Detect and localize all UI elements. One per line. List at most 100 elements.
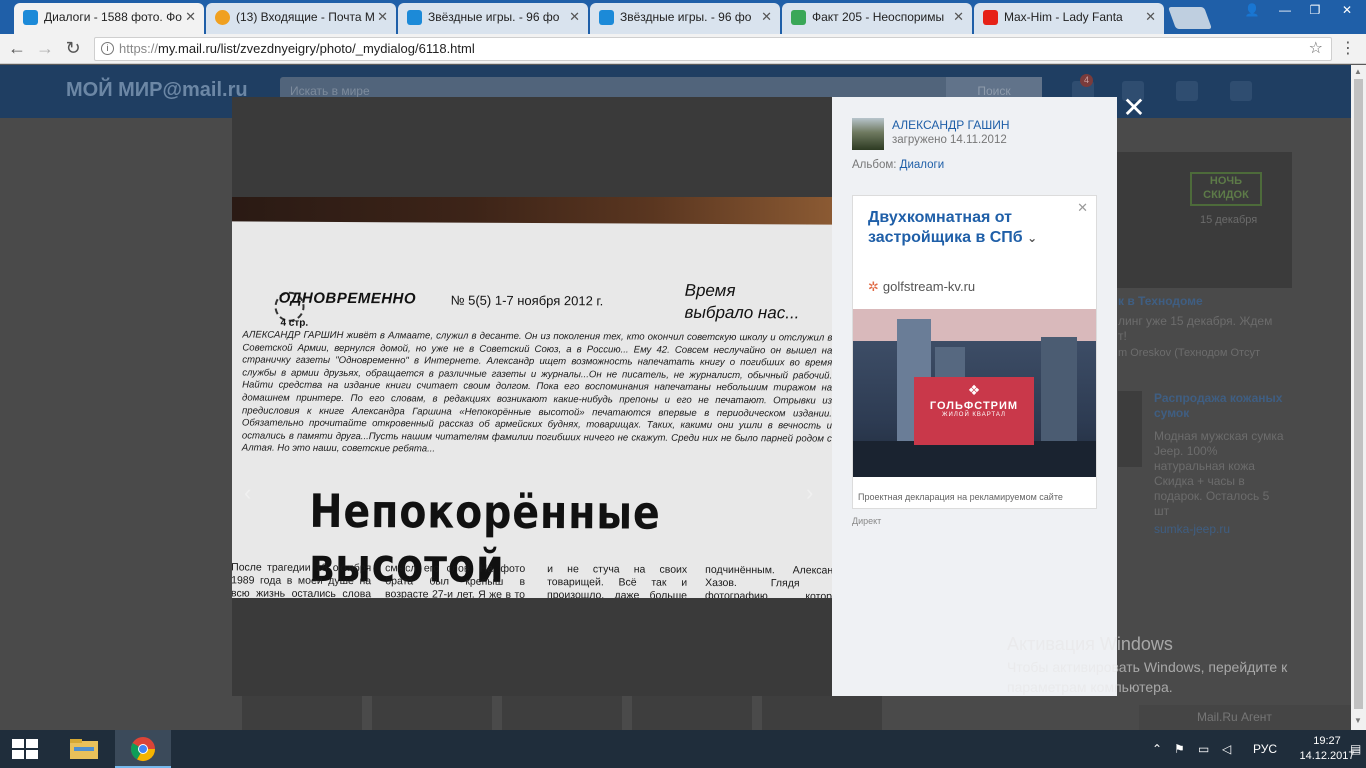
mail-agent-bar[interactable]: Mail.Ru Агент (1139, 705, 1351, 730)
promo2-text: Модная мужская сумка Jeep. 100% натураль… (1154, 429, 1284, 518)
ad-title[interactable]: Двухкомнатная от застройщика в СПб ⌄ (868, 208, 1068, 248)
thumbnail[interactable] (632, 693, 752, 730)
green-square-icon (791, 10, 806, 25)
language-indicator[interactable]: РУС (1253, 730, 1277, 768)
games-icon[interactable] (1230, 81, 1252, 101)
lead-paragraph: АЛЕКСАНДР ГАРШИН живёт в Алмаате, служил… (241, 329, 832, 455)
windows-start-icon[interactable] (12, 739, 38, 759)
browser-menu-icon[interactable]: ⋮ (1340, 38, 1356, 58)
windows-activation-watermark: Активация Windows Чтобы активировать Win… (1007, 634, 1287, 697)
minimize-icon[interactable]: — (1270, 0, 1300, 22)
tab-star-games-1[interactable]: Звёздные игры. - 96 фо ✕ (398, 3, 588, 34)
close-tab-icon[interactable]: ✕ (953, 3, 964, 31)
promo1-title[interactable]: к в Технодоме (1118, 294, 1203, 309)
reload-icon[interactable]: ↻ (62, 38, 84, 60)
promo2-link[interactable]: sumka-jeep.ru (1154, 522, 1230, 537)
promo-banner[interactable]: НОЧЬ СКИДОК 15 декабря (1108, 152, 1292, 288)
volume-icon[interactable]: ◁ (1222, 730, 1231, 768)
article-column-3: и не стуча на своих товарищей. Всё так и… (547, 563, 688, 598)
activation-title: Активация Windows (1007, 634, 1173, 654)
browser-tab-strip: Диалоги - 1588 фото. Фо ✕ (13) Входящие … (0, 0, 1366, 34)
chrome-icon[interactable] (115, 730, 171, 768)
close-viewer-icon[interactable]: ✕ (1122, 94, 1146, 122)
article-column-4: подчинённым. Александр Хазов. Глядя на ф… (705, 563, 832, 598)
mail-ru-icon (23, 10, 38, 25)
brand-ornament-icon: ❖ (967, 382, 981, 398)
thumbnail[interactable] (502, 693, 622, 730)
tab-title: Звёздные игры. - 96 фо (428, 10, 560, 24)
next-photo-icon[interactable]: › (806, 480, 813, 506)
close-tab-icon[interactable]: ✕ (377, 3, 388, 31)
scroll-up-icon[interactable]: ▲ (1354, 67, 1362, 76)
ad-image[interactable]: ❖ ГОЛЬФСТРИМ ЖИЛОЙ КВАРТАЛ (853, 309, 1096, 477)
url-scheme: https:// (119, 41, 159, 56)
activation-line-2: параметрам компьютера. (1007, 679, 1173, 695)
chevron-down-icon[interactable]: ⌄ (1027, 231, 1037, 245)
tab-title: Диалоги - 1588 фото. Фо (44, 10, 182, 24)
photos-icon[interactable] (1176, 81, 1198, 101)
youtube-icon (983, 10, 998, 25)
album-link[interactable]: Диалоги (900, 159, 944, 171)
promo1-text: линг уже 15 декабря. Ждем (1118, 314, 1273, 328)
author-avatar[interactable] (852, 118, 884, 150)
newspaper-photo[interactable]: 4 стр. ОДНОВРЕМЕННО № 5(5) 1-7 ноября 20… (232, 197, 832, 598)
thumbnail[interactable] (372, 693, 492, 730)
url-input[interactable]: i https://my.mail.ru/list/zvezdnyeigry/p… (94, 37, 1332, 61)
upload-date: загружено 14.11.2012 (892, 134, 1007, 146)
tab-star-games-2[interactable]: Звёздные игры. - 96 фо ✕ (590, 3, 780, 34)
close-tab-icon[interactable]: ✕ (569, 3, 580, 31)
banner-title: НОЧЬ СКИДОК (1190, 172, 1262, 206)
close-window-icon[interactable]: ✕ (1332, 0, 1362, 22)
tab-inbox[interactable]: (13) Входящие - Почта М ✕ (206, 3, 396, 34)
ad-close-icon[interactable]: ✕ (1077, 200, 1088, 216)
ad-brand-logo: ❖ ГОЛЬФСТРИМ ЖИЛОЙ КВАРТАЛ (914, 377, 1034, 445)
mail-ru-icon (599, 10, 614, 25)
close-tab-icon[interactable]: ✕ (185, 3, 196, 31)
ad-source[interactable]: Директ (852, 516, 881, 526)
windows-taskbar: ⌃ ⚑ ▭ ◁ РУС 19:27 14.12.2017 ▤ (0, 730, 1366, 768)
notification-center-icon[interactable]: ▤ (1350, 730, 1361, 768)
network-icon[interactable]: ▭ (1198, 730, 1209, 768)
file-explorer-icon[interactable] (56, 730, 112, 768)
promo1-sub: т! (1118, 329, 1127, 343)
tab-fact-205[interactable]: Факт 205 - Неоспоримы ✕ (782, 3, 972, 34)
close-tab-icon[interactable]: ✕ (761, 3, 772, 31)
article-column-2: смысл его слов. На фото брата был крепыш… (385, 562, 526, 598)
promo2-image[interactable] (1118, 391, 1142, 467)
close-tab-icon[interactable]: ✕ (1145, 3, 1156, 31)
tab-title: (13) Входящие - Почта М (236, 10, 375, 24)
show-hidden-icons-icon[interactable]: ⌃ (1152, 730, 1162, 768)
newspaper-issue: № 5(5) 1-7 ноября 2012 г. (450, 292, 604, 309)
tab-youtube[interactable]: Max-Him - Lady Fanta ✕ (974, 3, 1164, 34)
user-profile-icon[interactable]: 👤 (1237, 0, 1267, 22)
album-line: Альбом: Диалоги (852, 159, 944, 171)
mail-inbox-icon (215, 10, 230, 25)
ad-brand-name: ГОЛЬФСТРИМ (929, 400, 1019, 412)
album-label: Альбом: (852, 159, 897, 171)
previous-photo-icon[interactable]: ‹ (244, 480, 251, 506)
ground (853, 441, 1096, 477)
new-tab-button[interactable] (1167, 7, 1213, 29)
article-title: Непокорённые высотой (309, 483, 661, 593)
maximize-icon[interactable]: ❐ (1300, 0, 1330, 22)
photo-viewer: 4 стр. ОДНОВРЕМЕННО № 5(5) 1-7 ноября 20… (232, 97, 832, 696)
forward-arrow-icon[interactable]: → (34, 38, 56, 60)
page-scrollbar[interactable]: ▲ ▼ (1351, 65, 1366, 730)
ad-domain[interactable]: ✲ golfstream-kv.ru (868, 279, 975, 295)
back-arrow-icon[interactable]: ← (6, 38, 28, 60)
author-name[interactable]: АЛЕКСАНДР ГАШИН (892, 118, 1010, 132)
bookmark-star-icon[interactable]: ☆ (1309, 38, 1323, 60)
promo2-title[interactable]: Распродажа кожаных сумок (1154, 391, 1284, 421)
newspaper-masthead: ОДНОВРЕМЕННО (278, 289, 417, 308)
scroll-thumb[interactable] (1354, 79, 1363, 709)
address-bar-row: ← → ↻ i https://my.mail.ru/list/zvezdnye… (0, 34, 1366, 64)
tab-dialogs[interactable]: Диалоги - 1588 фото. Фо ✕ (14, 3, 204, 34)
thumbnail[interactable] (762, 693, 882, 730)
thumbnail[interactable] (242, 693, 362, 730)
scroll-down-icon[interactable]: ▼ (1354, 716, 1362, 725)
ad-block[interactable]: ✕ Двухкомнатная от застройщика в СПб ⌄ ✲… (852, 195, 1097, 509)
site-info-icon[interactable]: i (101, 42, 114, 55)
tab-title: Факт 205 - Неоспоримы (812, 10, 945, 24)
flag-icon[interactable]: ⚑ (1174, 730, 1185, 768)
activation-line-1: Чтобы активировать Windows, перейдите к (1007, 659, 1288, 675)
